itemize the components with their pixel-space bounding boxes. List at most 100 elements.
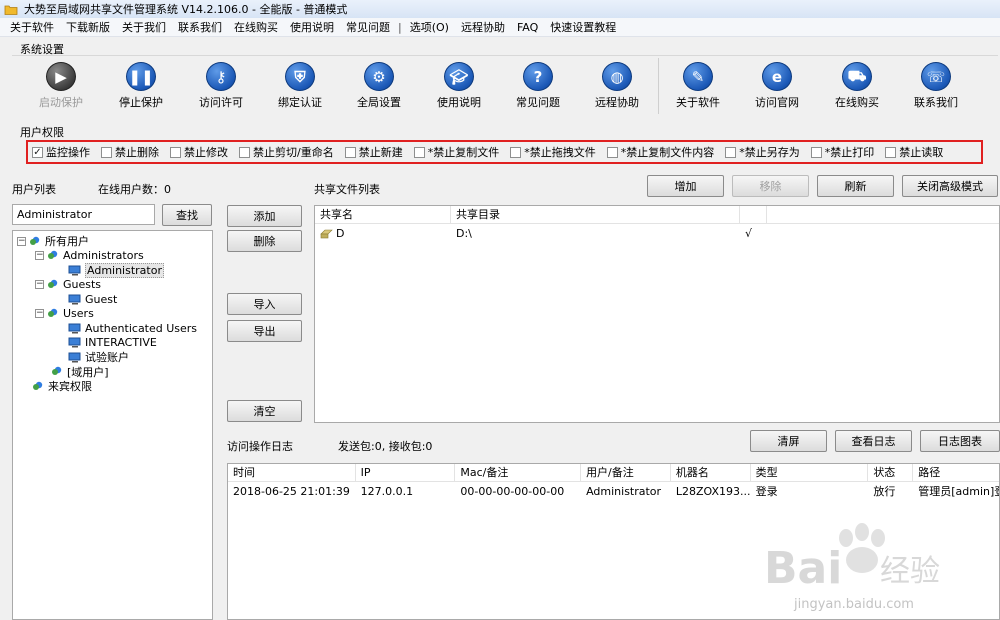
remote-assist-button[interactable]: ◍ 远程协助 (577, 62, 657, 110)
column-path[interactable]: 路径 (913, 464, 999, 481)
delete-user-button[interactable]: 删除 (227, 230, 302, 252)
stop-protection-label: 停止保护 (119, 96, 163, 109)
log-chart-button[interactable]: 日志图表 (920, 430, 1000, 452)
group-icon (48, 309, 58, 318)
log-table[interactable]: 时间 IP Mac/备注 用户/备注 机器名 类型 状态 路径 2018-06-… (227, 463, 1000, 620)
perm-no-read[interactable]: 禁止读取 (885, 144, 943, 160)
collapse-icon[interactable]: − (35, 309, 44, 319)
menu-buy-online[interactable]: 在线购买 (228, 19, 284, 35)
log-status-cell: 放行 (873, 485, 896, 498)
start-protection-button[interactable]: ▶ 启动保护 (21, 62, 101, 110)
group-icon (48, 251, 58, 260)
column-share-dir[interactable]: 共享目录 (451, 206, 740, 223)
export-button[interactable]: 导出 (227, 320, 302, 342)
perm-no-modify[interactable]: 禁止修改 (170, 144, 228, 160)
share-refresh-button[interactable]: 刷新 (817, 175, 894, 197)
global-settings-button[interactable]: ⚙ 全局设置 (339, 62, 419, 110)
menu-faq[interactable]: FAQ (511, 21, 544, 34)
close-advanced-mode-button[interactable]: 关闭高级模式 (902, 175, 998, 197)
checkbox-checked[interactable]: ✓ (32, 146, 43, 158)
tree-node-test-account[interactable]: 试验账户 (13, 350, 212, 365)
table-row[interactable]: 2018-06-25 21:01:39 127.0.0.1 00-00-00-0… (228, 482, 999, 500)
column-mac[interactable]: Mac/备注 (455, 464, 582, 481)
checkbox[interactable] (413, 146, 425, 158)
collapse-icon[interactable]: − (17, 236, 26, 246)
about-software-button[interactable]: ✎ 关于软件 (658, 62, 738, 110)
checkbox[interactable] (101, 146, 112, 158)
perm-no-save-as[interactable]: *禁止另存为 (725, 144, 800, 160)
checkbox[interactable] (606, 146, 618, 158)
tree-node-guests[interactable]: − Guests (13, 278, 212, 293)
visit-website-button[interactable]: e 访问官网 (737, 62, 817, 110)
checkbox[interactable] (885, 146, 897, 158)
stop-protection-button[interactable]: ❚❚ 停止保护 (101, 62, 181, 110)
import-button[interactable]: 导入 (227, 293, 302, 315)
perm-no-copy-content[interactable]: *禁止复制文件内容 (606, 144, 714, 160)
menu-about-software[interactable]: 关于软件 (4, 19, 60, 35)
column-type[interactable]: 类型 (751, 464, 869, 481)
tree-node-administrators[interactable]: − Administrators (13, 249, 212, 264)
user-tree[interactable]: − 所有用户 − Administrators Administrator − … (12, 230, 213, 620)
checkbox[interactable] (239, 146, 250, 158)
access-permit-button[interactable]: ⚷ 访问许可 (181, 62, 261, 110)
instructions-button[interactable]: 🎓︎ 使用说明 (419, 62, 499, 110)
column-flag[interactable] (740, 206, 767, 223)
group-icon (30, 236, 40, 245)
menu-faq-cn[interactable]: 常见问题 (340, 19, 396, 35)
column-machine[interactable]: 机器名 (671, 464, 751, 481)
access-permit-label: 访问许可 (199, 96, 243, 109)
menu-remote-assist[interactable]: 远程协助 (455, 19, 511, 35)
share-table[interactable]: 共享名 共享目录 D D:\ √ (314, 205, 1000, 423)
perm-no-copy-file[interactable]: *禁止复制文件 (413, 144, 499, 160)
view-log-button[interactable]: 查看日志 (835, 430, 912, 452)
share-remove-button[interactable]: 移除 (732, 175, 809, 197)
tree-node-users[interactable]: − Users (13, 307, 212, 322)
find-button[interactable]: 查找 (162, 204, 212, 226)
log-mac-cell: 00-00-00-00-00-00 (460, 484, 565, 498)
common-questions-button[interactable]: ? 常见问题 (498, 62, 578, 110)
tree-node-domain-users[interactable]: [域用户] (13, 365, 212, 380)
perm-no-drag-file[interactable]: *禁止拖拽文件 (510, 144, 596, 160)
checkbox[interactable] (344, 146, 356, 158)
clear-button[interactable]: 清空 (227, 400, 302, 422)
perm-no-delete[interactable]: 禁止删除 (101, 144, 159, 160)
menu-quick-setup[interactable]: 快速设置教程 (544, 19, 622, 35)
menu-about-us[interactable]: 关于我们 (116, 19, 172, 35)
online-users-text: 在线用户数： (98, 183, 164, 196)
column-time[interactable]: 时间 (228, 464, 356, 481)
tree-node-guest[interactable]: Guest (13, 292, 212, 307)
menu-download-new[interactable]: 下载新版 (60, 19, 116, 35)
add-user-button[interactable]: 添加 (227, 205, 302, 227)
column-status[interactable]: 状态 (868, 464, 914, 481)
menu-instructions[interactable]: 使用说明 (284, 19, 340, 35)
column-ip[interactable]: IP (356, 464, 456, 481)
tree-node-guest-permission[interactable]: 来宾权限 (13, 379, 212, 394)
tree-node-administrator[interactable]: Administrator (13, 262, 212, 278)
tree-node-all-users[interactable]: − 所有用户 (13, 234, 212, 249)
bind-auth-button[interactable]: ⛨ 绑定认证 (260, 62, 340, 110)
column-user[interactable]: 用户/备注 (581, 464, 671, 481)
checkbox[interactable] (810, 146, 822, 158)
checkbox[interactable] (510, 146, 522, 158)
share-add-button[interactable]: 增加 (647, 175, 724, 197)
menu-options[interactable]: 选项(O) (404, 19, 455, 35)
contact-us-button[interactable]: ☏ 联系我们 (896, 62, 976, 110)
perm-no-create[interactable]: 禁止新建 (344, 144, 403, 160)
perm-label: *禁止另存为 (739, 146, 800, 159)
table-row[interactable]: D D:\ √ (315, 224, 999, 242)
pause-icon: ❚❚ (126, 62, 156, 91)
tree-node-interactive[interactable]: INTERACTIVE (13, 336, 212, 351)
buy-online-button[interactable]: ⛟ 在线购买 (817, 62, 897, 110)
column-share-name[interactable]: 共享名 (315, 206, 451, 223)
tree-node-authenticated-users[interactable]: Authenticated Users (13, 321, 212, 336)
menu-contact-us[interactable]: 联系我们 (172, 19, 228, 35)
checkbox[interactable] (170, 146, 181, 158)
perm-no-cut-rename[interactable]: 禁止剪切/重命名 (239, 144, 334, 160)
collapse-icon[interactable]: − (35, 280, 44, 290)
checkbox[interactable] (725, 146, 737, 158)
clear-screen-button[interactable]: 清屏 (750, 430, 827, 452)
user-search-input[interactable] (12, 204, 155, 225)
perm-no-print[interactable]: *禁止打印 (810, 144, 874, 160)
collapse-icon[interactable]: − (35, 251, 44, 261)
perm-monitor[interactable]: ✓ 监控操作 (32, 144, 90, 160)
